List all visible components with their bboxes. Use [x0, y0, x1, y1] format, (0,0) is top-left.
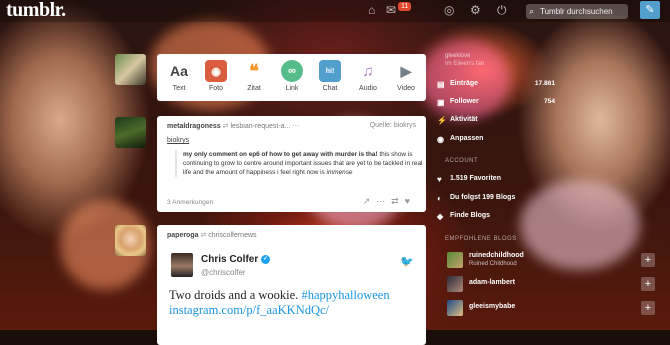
search-placeholder: Tumblr durchsuchen	[540, 7, 613, 16]
sidebar-item-activity[interactable]: ⚡ Aktivität	[437, 116, 478, 125]
recommended-blog[interactable]: adam-lambert +	[445, 274, 655, 296]
blog-avatar[interactable]	[447, 276, 463, 292]
sidebar-item-posts[interactable]: ▤ Einträge 17.861	[437, 80, 555, 89]
notification-badge[interactable]: 11	[398, 2, 412, 11]
link-icon: ∞	[281, 60, 303, 82]
posts-count: 17.861	[534, 80, 555, 87]
blog-name[interactable]: gleeismybabe	[469, 303, 515, 310]
quote-icon: ❝	[249, 60, 259, 81]
tweet-url[interactable]: instagram.com/p/f_aaKKNdQc/	[169, 303, 329, 317]
post-type-link[interactable]: ∞ Link	[275, 60, 309, 92]
tweet-name[interactable]: Chris Colfer ✓	[201, 254, 271, 265]
post-type-chat[interactable]: hi! Chat	[313, 60, 347, 92]
following-icon: ◐	[437, 194, 442, 203]
verified-icon: ✓	[261, 254, 271, 264]
tweet-text: Two droids and a wookie. #happyhalloween…	[169, 288, 390, 317]
quote-bold: my only comment on ep6 of how to get awa…	[183, 151, 378, 158]
settings-icon[interactable]: ⚙	[470, 3, 481, 17]
post-type-photo[interactable]: ◉ Foto	[199, 60, 233, 92]
reblog-icon[interactable]: ⇄	[391, 196, 405, 206]
blog-name[interactable]: ruinedchildhood	[469, 252, 524, 259]
recommended-blog[interactable]: ruinedchildhood Ruined Childhood +	[445, 250, 655, 272]
post-type-text[interactable]: Aa Text	[162, 60, 196, 92]
source-link[interactable]: Quelle: biokrys	[370, 122, 416, 129]
photo-camera-icon: ◉	[205, 60, 227, 82]
follow-button[interactable]: +	[641, 253, 655, 267]
blog-avatar[interactable]	[447, 300, 463, 316]
followers-count: 754	[543, 98, 555, 105]
home-icon[interactable]: ⌂	[368, 3, 375, 17]
reblogged-from[interactable]: lesbian-request-a...	[230, 123, 290, 130]
tweet-avatar[interactable]	[171, 253, 193, 277]
quoted-user[interactable]: biokrys	[167, 137, 189, 144]
share-icon[interactable]: ↗	[363, 196, 377, 206]
activity-icon: ⚡	[437, 116, 447, 125]
heart-icon: ♥	[437, 175, 442, 184]
blog-name[interactable]: adam-lambert	[469, 279, 515, 286]
follow-button[interactable]: +	[641, 301, 655, 315]
more-options-icon[interactable]: ⋯	[376, 196, 391, 206]
video-camera-icon: ▶	[400, 62, 412, 79]
post-header: paperoga ⇄ chriscolfernews	[167, 231, 257, 239]
quote-post: metaldragoness ⇄ lesbian-request-a... ⋯ …	[157, 116, 426, 212]
sidebar-item-likes[interactable]: ♥ 1.519 Favoriten	[437, 175, 501, 184]
post-type-quote[interactable]: ❝ Zitat	[237, 60, 271, 93]
post-avatar[interactable]	[115, 225, 146, 256]
hashtag-link[interactable]: #happyhalloween	[301, 288, 389, 302]
post-type-audio[interactable]: ♫ Audio	[351, 60, 385, 93]
search-icon: ⌕	[529, 6, 535, 16]
explore-icon[interactable]: ◎	[444, 3, 454, 17]
search-input[interactable]: ⌕ Tumblr durchsuchen	[526, 4, 628, 19]
post-type-video[interactable]: ▶ Video	[389, 60, 423, 93]
sidebar-item-following[interactable]: ◐ Du folgst 199 Blogs	[437, 194, 515, 203]
account-section-header: ACCOUNT	[445, 158, 479, 164]
user-avatar[interactable]	[115, 54, 146, 85]
follow-button[interactable]: +	[641, 277, 655, 291]
text-icon: Aa	[170, 63, 188, 79]
heart-icon[interactable]: ♥	[405, 196, 416, 206]
tumblr-logo[interactable]: tumblr.	[6, 0, 66, 22]
blog-title[interactable]: gleeklove	[445, 53, 470, 59]
post-avatar[interactable]	[115, 117, 146, 148]
tweet-post: paperoga ⇄ chriscolfernews Chris Colfer …	[157, 225, 426, 345]
chat-icon: hi!	[319, 60, 341, 82]
sidebar-item-followers[interactable]: ▣ Follower 754	[437, 98, 555, 107]
reblogger-name[interactable]: paperoga	[167, 232, 199, 239]
sidebar-item-customize[interactable]: ◉ Anpassen	[437, 135, 483, 144]
quote-emphasis: immense	[326, 169, 353, 176]
post-type-selector: Aa Text ◉ Foto ❝ Zitat ∞ Link hi! Chat ♫…	[157, 54, 426, 101]
notes-count[interactable]: 3 Anmerkungen	[167, 199, 213, 206]
post-header: metaldragoness ⇄ lesbian-request-a... ⋯	[167, 122, 299, 130]
blog-subtitle: Im Eileen's fan	[445, 61, 485, 67]
recommended-section-header: EMPFOHLENE BLOGS	[445, 236, 517, 242]
inbox-icon[interactable]: ✉	[386, 3, 396, 17]
blog-description: Ruined Childhood	[469, 261, 517, 267]
followers-icon: ▣	[437, 98, 445, 107]
blog-avatar[interactable]	[447, 252, 463, 268]
more-options-icon[interactable]: ⋯	[292, 123, 299, 130]
sidebar-item-find-blogs[interactable]: ◆ Finde Blogs	[437, 212, 490, 221]
tweet-handle[interactable]: @chriscolfer	[201, 268, 246, 277]
posts-icon: ▤	[437, 80, 445, 89]
recommended-blog[interactable]: gleeismybabe +	[445, 298, 655, 320]
eye-icon: ◉	[437, 135, 444, 144]
headphones-icon: ♫	[362, 62, 374, 80]
power-icon[interactable]: ⏻	[497, 3, 507, 18]
find-blogs-icon: ◆	[437, 212, 444, 221]
reblogger-name[interactable]: metaldragoness	[167, 123, 221, 130]
reblogged-from[interactable]: chriscolfernews	[208, 232, 256, 239]
quote-body: my only comment on ep6 of how to get awa…	[175, 150, 425, 177]
twitter-bird-icon[interactable]: 🐦	[400, 255, 414, 268]
compose-button[interactable]: ✎	[640, 1, 660, 19]
post-actions: ↗⋯⇄♥	[363, 196, 416, 207]
top-bar: tumblr. ⌂ ✉ 11 ◎ ⚙ ⏻ ⌕ Tumblr durchsuche…	[0, 0, 670, 22]
